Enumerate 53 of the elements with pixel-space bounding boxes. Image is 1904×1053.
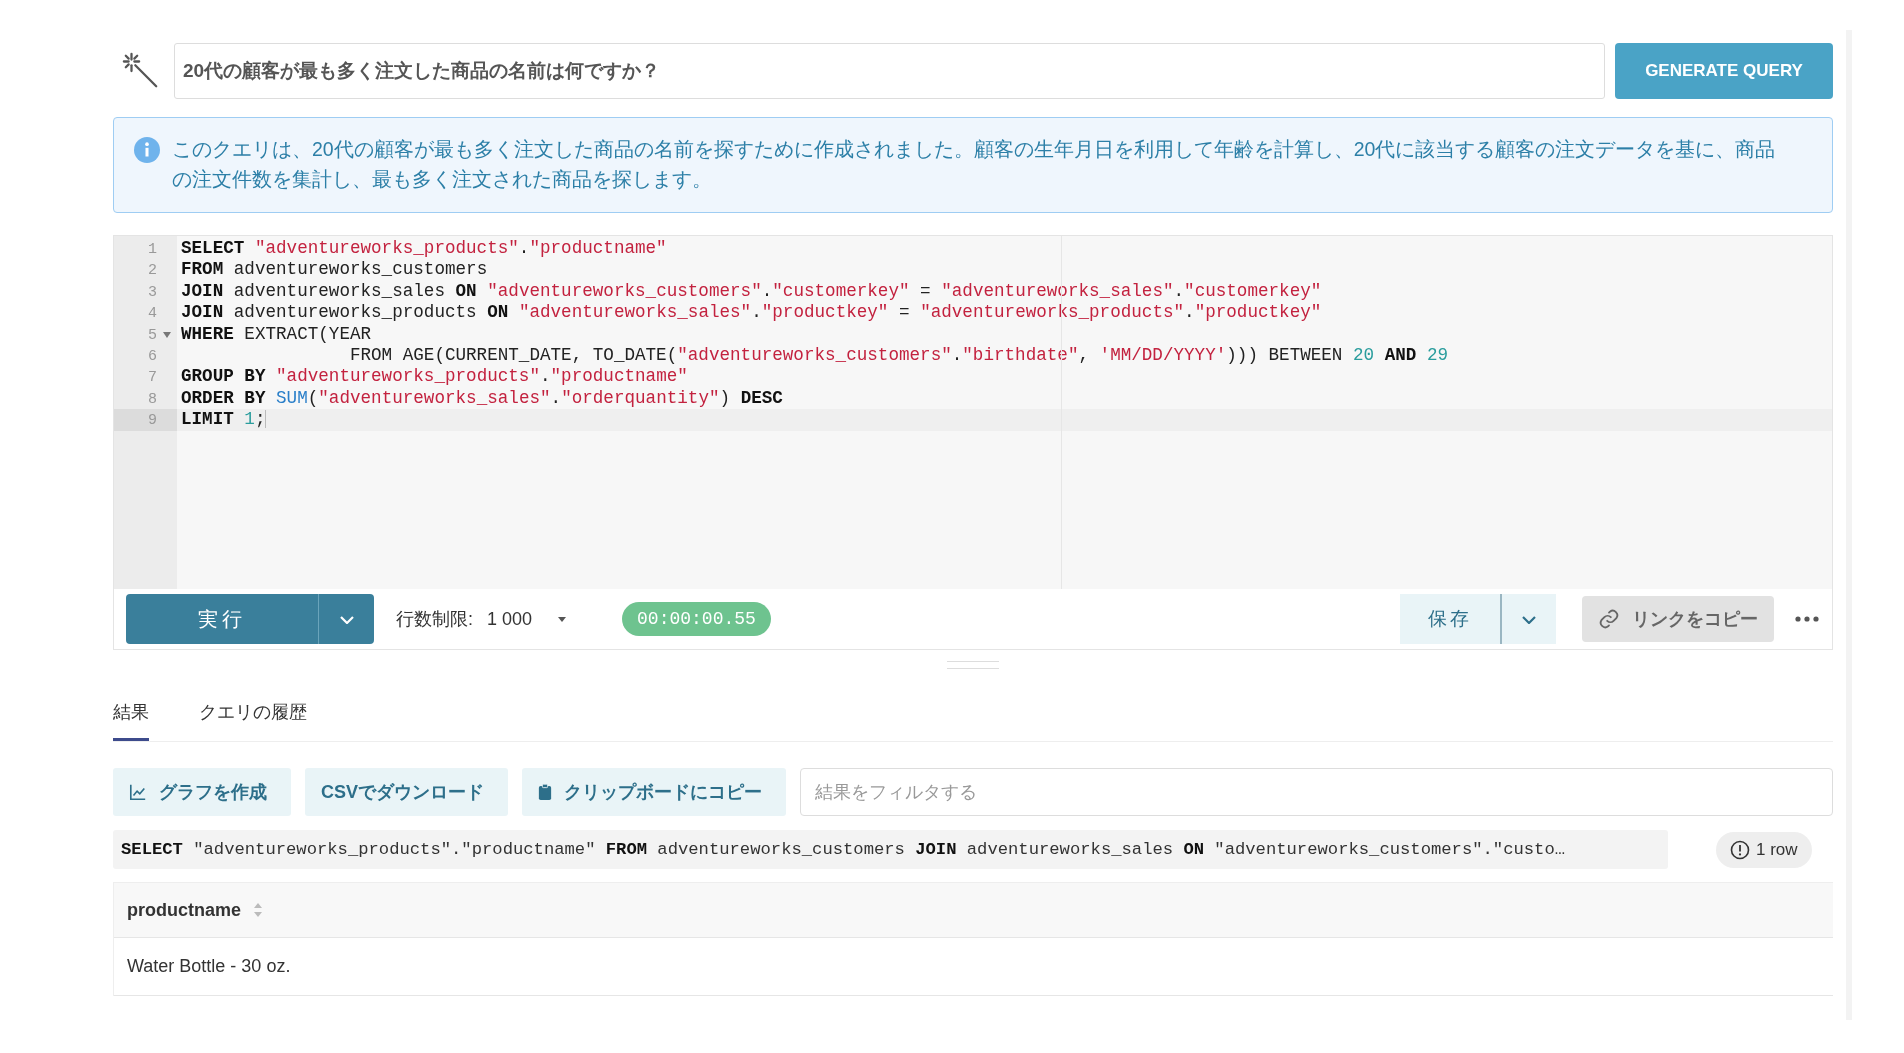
code-editor[interactable] [114,236,1832,589]
sql-preview: SELECT "adventureworks_products"."productname" FROM adventureworks_customers JOIN adventureworks_sales ON "adventureworks_customers"."custo… [113,830,1668,869]
row-limit-label: 行数制限: [396,608,473,631]
filter-input[interactable]: 結果をフィルタする [800,768,1833,816]
code-line: LIMIT 1; [180,409,267,431]
sort-icon[interactable] [253,902,263,918]
tab[interactable]: 結果 [113,692,149,741]
chevron-down-icon [1522,615,1536,624]
line-number: 5 [148,326,157,344]
line-number: 6 [148,347,157,365]
row-count-badge: 1 row [1716,831,1812,868]
line-number: 8 [148,390,157,408]
line-number: 3 [148,283,157,301]
code-line: GROUP BY "adventureworks_products"."productname" [180,366,688,388]
line-number: 4 [148,305,157,323]
action-button[interactable]: グラフを作成 [113,768,291,816]
line-chart-icon [129,783,147,801]
run-options-button[interactable] [318,594,374,644]
info-text: このクエリは、20代の顧客が最も多く注文した商品の名前を探すために作成されました。顧客の生年月日を利用して年齢を計算し、20代に該当する顧客の注文データを基に、商品の注文件数を集計し、最も多く注文された商品を探します。 [172,137,1777,192]
chevron-down-icon [339,615,354,624]
table-cell-text: Water Bottle - 30 oz. [126,956,291,977]
line-number: 1 [148,241,157,258]
save-options-button[interactable] [1500,594,1556,644]
row-limit-dropdown[interactable]: 1 000 [481,607,573,631]
info-circle-icon [1730,839,1750,860]
clipboard-icon [538,783,552,801]
code-line: FROM adventureworks_customers [180,259,488,281]
link-icon [1598,608,1620,630]
question-input[interactable]: 20代の顧客が最も多く注文した商品の名前は何ですか？ [174,43,1605,99]
code-line: JOIN adventureworks_products ON "adventureworks_sales"."productkey" = "adventureworks_products"."productkey" [180,302,1322,324]
column-header[interactable]: productname [114,899,263,921]
save-button[interactable]: 保存 [1400,594,1500,644]
info-icon [134,137,160,163]
magic-wand-icon [122,52,160,90]
copy-link-button[interactable]: リンクをコピー [1582,596,1774,642]
action-button[interactable]: クリップボードにコピー [522,768,786,816]
fold-caret-icon[interactable] [163,331,171,338]
tab[interactable]: クエリの履歴 [199,692,307,741]
line-number: 9 [148,412,157,430]
line-number: 2 [148,262,157,280]
generate-query-button[interactable]: GENERATE QUERY [1615,43,1833,99]
line-number: 7 [148,369,157,387]
more-options-icon[interactable] [1794,616,1820,622]
code-line: FROM AGE(CURRENT_DATE, TO_DATE("adventureworks_customers"."birthdate", 'MM/DD/YYYY'))) BETWEEN 20 AND 29 [348,344,1449,367]
action-button[interactable]: CSVでダウンロード [305,768,508,816]
code-line: ORDER BY SUM("adventureworks_sales"."orderquantity") DESC [180,387,783,410]
code-line: JOIN adventureworks_sales ON "adventureworks_customers"."customerkey" = "adventureworks_sales"."customerkey" [180,280,1322,303]
run-button[interactable]: 実行 [126,594,318,644]
code-line: SELECT "adventureworks_products"."productname" [180,238,667,260]
code-line: WHERE EXTRACT(YEAR [180,323,372,345]
caret-down-icon [558,616,567,622]
resize-handle[interactable] [947,661,999,669]
execution-time-badge: 00:00:00.55 [622,602,771,636]
